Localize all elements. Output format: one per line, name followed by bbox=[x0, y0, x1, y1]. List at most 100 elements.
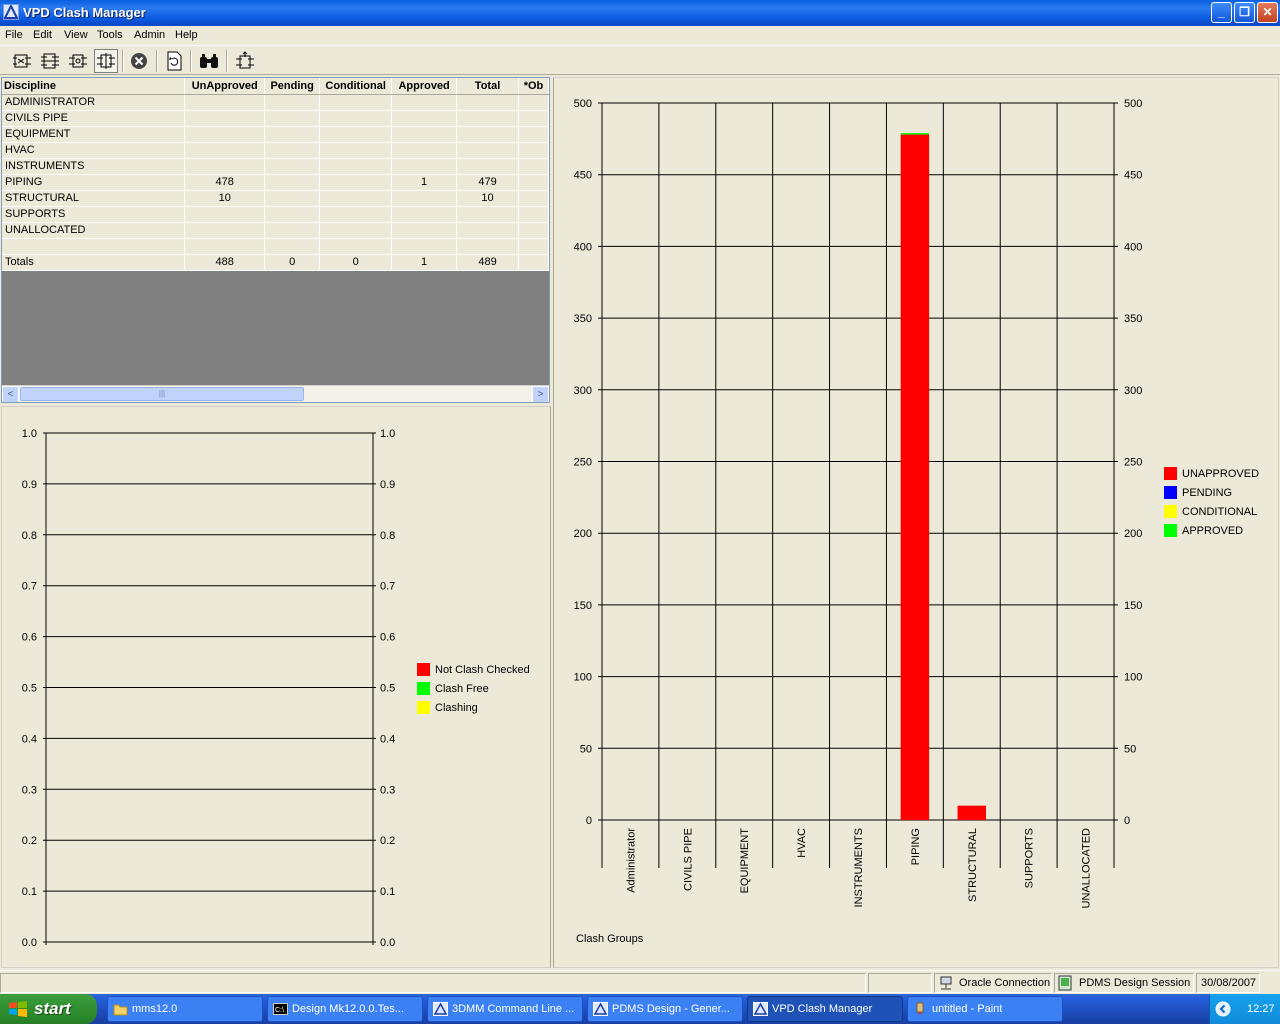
table-row[interactable]: HVAC bbox=[2, 142, 549, 159]
menu-file[interactable]: File bbox=[5, 29, 23, 41]
taskbar: start mms12.0 C:\ Design Mk12.0.0.Tes...… bbox=[0, 994, 1280, 1024]
task-pdms-design[interactable]: PDMS Design - Gener... bbox=[587, 996, 743, 1022]
column-header[interactable]: *Ob bbox=[518, 78, 549, 95]
table-cell bbox=[264, 190, 321, 207]
y-tick-label: 400 bbox=[574, 241, 592, 253]
table-cell: 0 bbox=[264, 254, 321, 271]
task-mms12[interactable]: mms12.0 bbox=[107, 996, 263, 1022]
task-label: 3DMM Command Line ... bbox=[452, 1003, 575, 1015]
bar bbox=[900, 133, 930, 135]
bar bbox=[900, 134, 930, 821]
task-3dmm-command-line[interactable]: 3DMM Command Line ... bbox=[427, 996, 583, 1022]
table-cell: EQUIPMENT bbox=[2, 126, 186, 143]
table-cell bbox=[518, 126, 549, 143]
legend-label: Not Clash Checked bbox=[435, 664, 530, 676]
column-header[interactable]: Discipline bbox=[2, 78, 186, 95]
table-row[interactable]: INSTRUMENTS bbox=[2, 158, 549, 175]
batch-clash-icon[interactable] bbox=[38, 49, 62, 73]
table-cell bbox=[391, 110, 458, 127]
svg-text:C:\: C:\ bbox=[275, 1007, 284, 1014]
scroll-left-icon[interactable]: < bbox=[2, 386, 19, 402]
table-cell: PIPING bbox=[2, 174, 186, 191]
table-row[interactable] bbox=[2, 238, 549, 255]
task-design-mk12[interactable]: C:\ Design Mk12.0.0.Tes... bbox=[267, 996, 423, 1022]
aveva-icon bbox=[753, 1002, 768, 1016]
y-tick-label: 0.1 bbox=[22, 886, 37, 898]
y-tick-label: 0.3 bbox=[22, 784, 37, 796]
task-vpd-clash-manager[interactable]: VPD Clash Manager bbox=[747, 996, 903, 1022]
stop-icon[interactable] bbox=[127, 49, 151, 73]
column-header[interactable]: UnApproved bbox=[184, 78, 266, 95]
table-cell bbox=[264, 126, 321, 143]
close-button[interactable]: ✕ bbox=[1257, 2, 1278, 23]
find-icon[interactable] bbox=[197, 49, 221, 73]
table-cell bbox=[518, 254, 549, 271]
table-row[interactable]: CIVILS PIPE bbox=[2, 110, 549, 127]
table-cell: STRUCTURAL bbox=[2, 190, 186, 207]
x-tick-label: UNALLOCATED bbox=[1081, 828, 1093, 909]
toolbar-separator bbox=[122, 50, 124, 72]
column-header[interactable]: Total bbox=[456, 78, 519, 95]
table-row[interactable]: ADMINISTRATOR bbox=[2, 94, 549, 111]
menu-admin[interactable]: Admin bbox=[134, 29, 165, 41]
table-row[interactable]: STRUCTURAL 10 10 bbox=[2, 190, 549, 207]
y-tick-label-right: 150 bbox=[1124, 600, 1142, 612]
scroll-thumb[interactable]: ||| bbox=[20, 387, 304, 401]
discipline-grid[interactable]: Discipline UnApproved Pending Conditional Ap… bbox=[1, 77, 550, 403]
table-row[interactable]: EQUIPMENT bbox=[2, 126, 549, 143]
folder-icon bbox=[113, 1004, 128, 1016]
table-row[interactable]: Totals 488 0 0 1 489 bbox=[2, 254, 549, 271]
restore-button[interactable]: ❐ bbox=[1234, 2, 1255, 23]
table-cell bbox=[319, 94, 393, 111]
show-hidden-icons-icon[interactable] bbox=[1215, 1001, 1231, 1017]
y-tick-label-right: 200 bbox=[1124, 528, 1142, 540]
column-header[interactable]: Pending bbox=[264, 78, 321, 95]
menu-edit[interactable]: Edit bbox=[33, 29, 52, 41]
menu-tools[interactable]: Tools bbox=[97, 29, 123, 41]
table-cell bbox=[264, 206, 321, 223]
table-cell bbox=[264, 222, 321, 239]
table-cell bbox=[184, 110, 266, 127]
x-tick-label: CIVILS PIPE bbox=[682, 828, 694, 891]
window-title: VPD Clash Manager bbox=[23, 5, 146, 20]
table-row[interactable]: SUPPORTS bbox=[2, 206, 549, 223]
horizontal-scrollbar[interactable]: < ||| > bbox=[2, 385, 549, 402]
start-button[interactable]: start bbox=[0, 994, 97, 1024]
menu-view[interactable]: View bbox=[64, 29, 88, 41]
update-icon[interactable] bbox=[162, 49, 186, 73]
task-paint[interactable]: untitled - Paint bbox=[907, 996, 1063, 1022]
table-cell: HVAC bbox=[2, 142, 186, 159]
y-tick-label-right: 0.2 bbox=[380, 835, 395, 847]
table-cell bbox=[518, 158, 549, 175]
menu-help[interactable]: Help bbox=[175, 29, 198, 41]
table-cell: SUPPORTS bbox=[2, 206, 186, 223]
export-icon[interactable] bbox=[233, 49, 257, 73]
table-cell: Totals bbox=[2, 254, 186, 271]
y-tick-label: 0.5 bbox=[22, 683, 37, 695]
oracle-connection-label: Oracle Connection bbox=[959, 977, 1051, 989]
minimize-button[interactable]: _ bbox=[1211, 2, 1232, 23]
table-cell bbox=[184, 94, 266, 111]
table-cell: 10 bbox=[184, 190, 266, 207]
table-cell bbox=[264, 110, 321, 127]
column-header[interactable]: Approved bbox=[391, 78, 458, 95]
clash-check-icon[interactable] bbox=[10, 49, 34, 73]
legend-label: CONDITIONAL bbox=[1182, 506, 1257, 518]
table-cell bbox=[184, 126, 266, 143]
table-cell bbox=[456, 238, 519, 255]
task-label: Design Mk12.0.0.Tes... bbox=[292, 1003, 404, 1015]
refresh-clash-icon[interactable] bbox=[66, 49, 90, 73]
legend-swatch bbox=[417, 663, 430, 676]
title-bar[interactable]: VPD Clash Manager _ ❐ ✕ bbox=[0, 0, 1280, 26]
table-row[interactable]: UNALLOCATED bbox=[2, 222, 549, 239]
scroll-right-icon[interactable]: > bbox=[532, 386, 549, 402]
table-row[interactable]: PIPING 478 1 479 bbox=[2, 174, 549, 191]
y-tick-label: 1.0 bbox=[22, 428, 37, 440]
x-tick-label: STRUCTURAL bbox=[967, 828, 979, 902]
table-cell bbox=[319, 222, 393, 239]
paint-icon bbox=[916, 1002, 924, 1015]
y-tick-label: 150 bbox=[574, 600, 592, 612]
table-cell bbox=[319, 206, 393, 223]
column-header[interactable]: Conditional bbox=[319, 78, 393, 95]
filter-clash-icon[interactable] bbox=[94, 49, 118, 73]
